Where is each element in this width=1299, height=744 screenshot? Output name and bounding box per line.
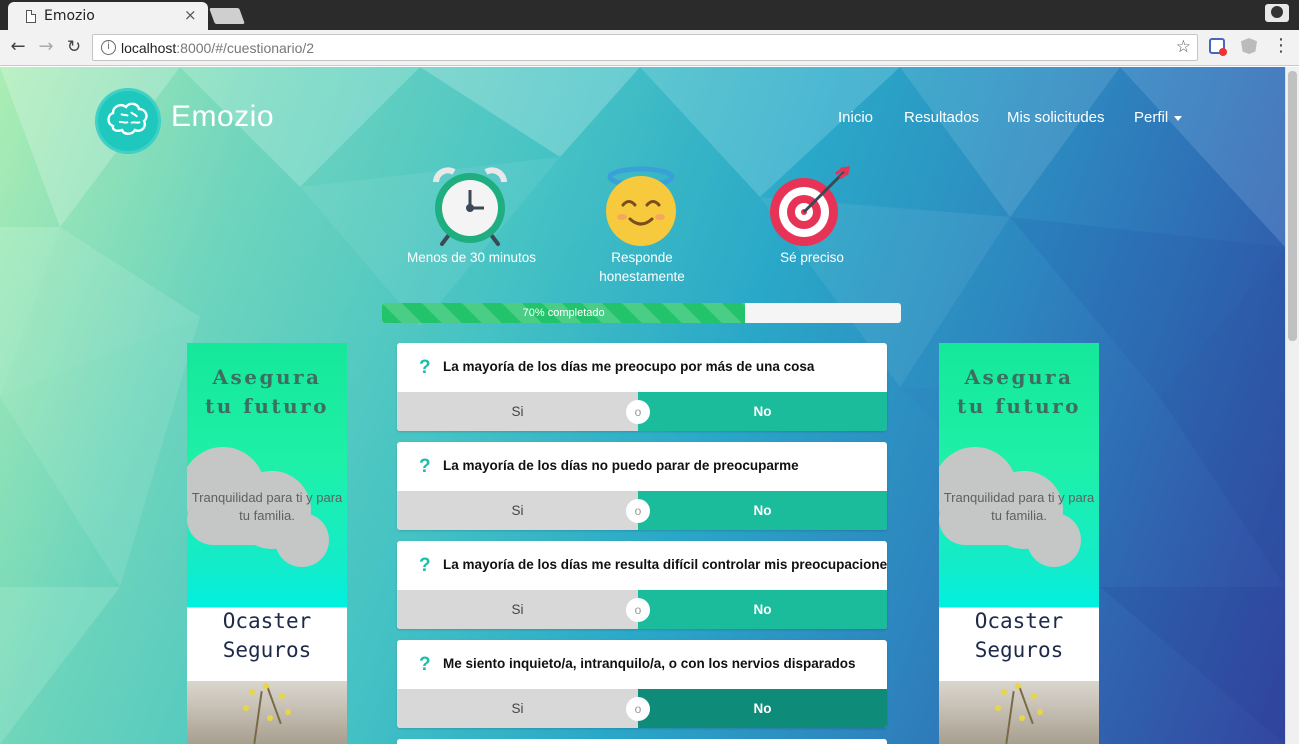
question-mark-icon: ?: [419, 555, 431, 576]
ad-title-line2: tu futuro: [204, 394, 330, 418]
answer-si-button[interactable]: Si: [397, 689, 638, 728]
info-icon[interactable]: i: [101, 40, 116, 55]
tip-precision-label: Sé preciso: [780, 250, 844, 265]
or-separator: o: [626, 598, 650, 622]
menu-icon[interactable]: ⋮: [1272, 35, 1290, 56]
answer-no-button[interactable]: No: [638, 491, 887, 530]
or-separator: o: [626, 499, 650, 523]
question-card-next: [397, 739, 887, 744]
question-card: ? La mayoría de los días me preocupo por…: [397, 343, 887, 431]
brain-icon: [107, 102, 148, 135]
caret-down-icon: [1174, 115, 1183, 121]
ad-brand-line1: Ocaster: [974, 609, 1064, 633]
answer-si-button[interactable]: Si: [397, 590, 638, 629]
extension-icon[interactable]: [1209, 38, 1227, 56]
back-arrow-icon[interactable]: ←: [6, 35, 30, 59]
tab-title: Emozio: [44, 8, 95, 24]
answer-no-button[interactable]: No: [638, 392, 887, 431]
browser-tab[interactable]: Emozio ×: [8, 2, 208, 30]
ad-title-line2: tu futuro: [956, 394, 1082, 418]
profile-icon[interactable]: [1265, 4, 1289, 22]
ad-title: Asegura tu futuro: [939, 363, 1099, 421]
question-card: ? Me siento inquieto/a, intranquilo/a, o…: [397, 640, 887, 728]
nav-link-mis-solicitudes[interactable]: Mis solicitudes: [1007, 109, 1105, 126]
answer-si-button[interactable]: Si: [397, 491, 638, 530]
question-mark-icon: ?: [419, 456, 431, 477]
ad-photo: [187, 681, 347, 744]
progress-bar: 70% completado: [382, 303, 901, 323]
answer-si-button[interactable]: Si: [397, 392, 638, 431]
question-text: La mayoría de los días no puedo parar de…: [443, 458, 799, 473]
ad-brand-line1: Ocaster: [222, 609, 312, 633]
reload-icon[interactable]: ↻: [62, 35, 86, 59]
ad-brand: Ocaster Seguros: [187, 607, 347, 665]
ad-title: Asegura tu futuro: [187, 363, 347, 421]
url-text[interactable]: localhost:8000/#/cuestionario/2: [121, 40, 314, 56]
page-viewport: Emozio Inicio Resultados Mis solicitudes…: [0, 67, 1285, 744]
angular-extension-icon[interactable]: [1241, 38, 1257, 54]
target-icon: [770, 166, 850, 246]
question-card: ? La mayoría de los días me resulta difí…: [397, 541, 887, 629]
address-bar[interactable]: i localhost:8000/#/cuestionario/2 ☆: [92, 34, 1198, 61]
question-text: La mayoría de los días me resulta difíci…: [443, 557, 887, 572]
ad-brand: Ocaster Seguros: [939, 607, 1099, 665]
nav-link-perfil-label: Perfil: [1134, 109, 1169, 126]
angel-face-icon: [606, 166, 676, 246]
ad-photo: [939, 681, 1099, 744]
question-mark-icon: ?: [419, 357, 431, 378]
page-icon: [26, 10, 36, 23]
ad-tagline: Tranquilidad para ti y para tu familia.: [943, 490, 1095, 523]
scrollbar-thumb[interactable]: [1288, 71, 1297, 341]
url-host: localhost: [121, 40, 177, 56]
tip-time-label: Menos de 30 minutos: [406, 250, 537, 265]
forward-arrow-icon[interactable]: →: [34, 35, 58, 59]
or-separator: o: [626, 697, 650, 721]
brand-logo-icon[interactable]: [95, 88, 161, 154]
alarm-clock-icon: [433, 167, 507, 246]
answer-no-button[interactable]: No: [638, 590, 887, 629]
url-path: :8000/#/cuestionario/2: [176, 40, 315, 56]
new-tab-button[interactable]: [209, 8, 245, 24]
nav-link-inicio[interactable]: Inicio: [838, 109, 873, 126]
ad-title-line1: Asegura: [212, 365, 322, 389]
question-card: ? La mayoría de los días no puedo parar …: [397, 442, 887, 530]
ad-banner-right[interactable]: Asegura tu futuro Tranquilidad para ti y …: [939, 343, 1099, 744]
star-icon[interactable]: ☆: [1176, 37, 1191, 57]
answer-no-button[interactable]: No: [638, 689, 887, 728]
ad-banner-left[interactable]: Asegura tu futuro Tranquilidad para ti y …: [187, 343, 347, 744]
nav-dropdown-perfil[interactable]: Perfil: [1134, 109, 1183, 126]
ad-tagline: Tranquilidad para ti y para tu familia.: [191, 490, 343, 523]
progress-fill: 70% completado: [382, 303, 746, 323]
ad-brand-line2: Seguros: [974, 638, 1064, 662]
browser-tabstrip: Emozio ×: [0, 0, 1299, 30]
question-mark-icon: ?: [419, 654, 431, 675]
or-separator: o: [626, 400, 650, 424]
brand-name[interactable]: Emozio: [171, 100, 274, 134]
nav-link-resultados[interactable]: Resultados: [904, 109, 979, 126]
ad-brand-line2: Seguros: [222, 638, 312, 662]
page-scrollbar[interactable]: [1285, 67, 1299, 744]
question-text: La mayoría de los días me preocupo por m…: [443, 359, 815, 374]
tip-honesty-label: Responde honestamente: [599, 250, 685, 284]
close-icon[interactable]: ×: [184, 6, 197, 24]
question-text: Me siento inquieto/a, intranquilo/a, o c…: [443, 656, 856, 671]
browser-toolbar: ← → ↻ i localhost:8000/#/cuestionario/2 …: [0, 30, 1299, 66]
ad-title-line1: Asegura: [964, 365, 1074, 389]
